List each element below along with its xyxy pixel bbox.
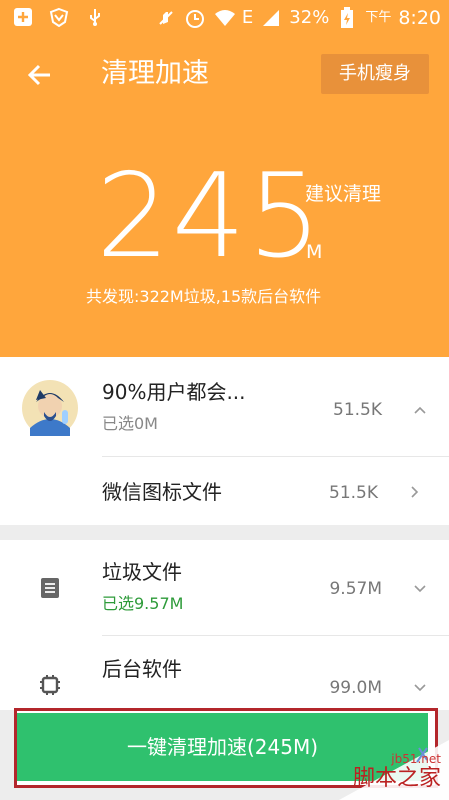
- scan-summary: 共发现:322M垃圾,15款后台软件: [86, 287, 322, 306]
- chevron-down-icon: [414, 585, 426, 593]
- junk-files-size: 9.57M: [329, 579, 382, 599]
- suggest-clean-label: 建议清理: [305, 183, 382, 205]
- divider: [102, 456, 449, 457]
- shield-icon: [48, 6, 70, 28]
- time-prefix: 下午: [365, 10, 392, 25]
- junk-files-selected: 已选9.57M: [102, 594, 184, 613]
- battery-charging-icon: [336, 7, 358, 29]
- background-apps-title[interactable]: 后台软件: [102, 655, 182, 683]
- group-title: 90%用户都会...: [102, 380, 246, 404]
- alarm-icon: [184, 7, 206, 29]
- mute-icon: [155, 7, 177, 29]
- collapse-chevron-button[interactable]: [411, 401, 429, 419]
- junk-file-icon: [38, 576, 62, 600]
- phone-slim-button[interactable]: 手机瘦身: [321, 54, 429, 94]
- amount-unit: M: [306, 241, 323, 263]
- junk-files-expand[interactable]: [411, 580, 429, 598]
- chevron-right-icon: [411, 486, 419, 498]
- status-bar: E 32% 下午 8:20: [0, 0, 449, 36]
- avatar: [22, 380, 78, 436]
- header: E 32% 下午 8:20 清理加速 手机瘦身 245 建议清理 M 共发现:3…: [0, 0, 449, 357]
- signal-icon: [260, 7, 282, 29]
- back-button[interactable]: [22, 58, 56, 92]
- wechat-icon-files-title[interactable]: 微信图标文件: [102, 478, 222, 506]
- chevron-up-icon: [414, 406, 426, 414]
- background-apps-size: 99.0M: [329, 678, 382, 698]
- page-title: 清理加速: [101, 58, 209, 89]
- watermark-brand: 脚本之家: [352, 766, 441, 791]
- background-apps-expand[interactable]: [411, 679, 429, 697]
- add-notification-icon: [12, 6, 34, 28]
- back-arrow-icon: [27, 64, 50, 86]
- battery-percent: 32%: [289, 7, 330, 28]
- junk-files-title[interactable]: 垃圾文件: [102, 558, 182, 586]
- chevron-down-icon: [414, 684, 426, 692]
- wifi-icon: [213, 7, 235, 29]
- divider: [102, 635, 449, 636]
- clock: 8:20: [398, 7, 441, 29]
- cleanable-amount: 245: [96, 149, 324, 284]
- watermark: jb51.net 脚本之家: [299, 740, 449, 800]
- usb-icon: [84, 6, 106, 28]
- wechat-icon-files-size: 51.5K: [329, 483, 378, 503]
- wechat-files-chevron[interactable]: [405, 483, 423, 501]
- group-size: 51.5K: [333, 400, 382, 420]
- network-type: E: [241, 7, 254, 28]
- chip-icon: [38, 673, 62, 697]
- group-selected: 已选0M: [102, 414, 158, 433]
